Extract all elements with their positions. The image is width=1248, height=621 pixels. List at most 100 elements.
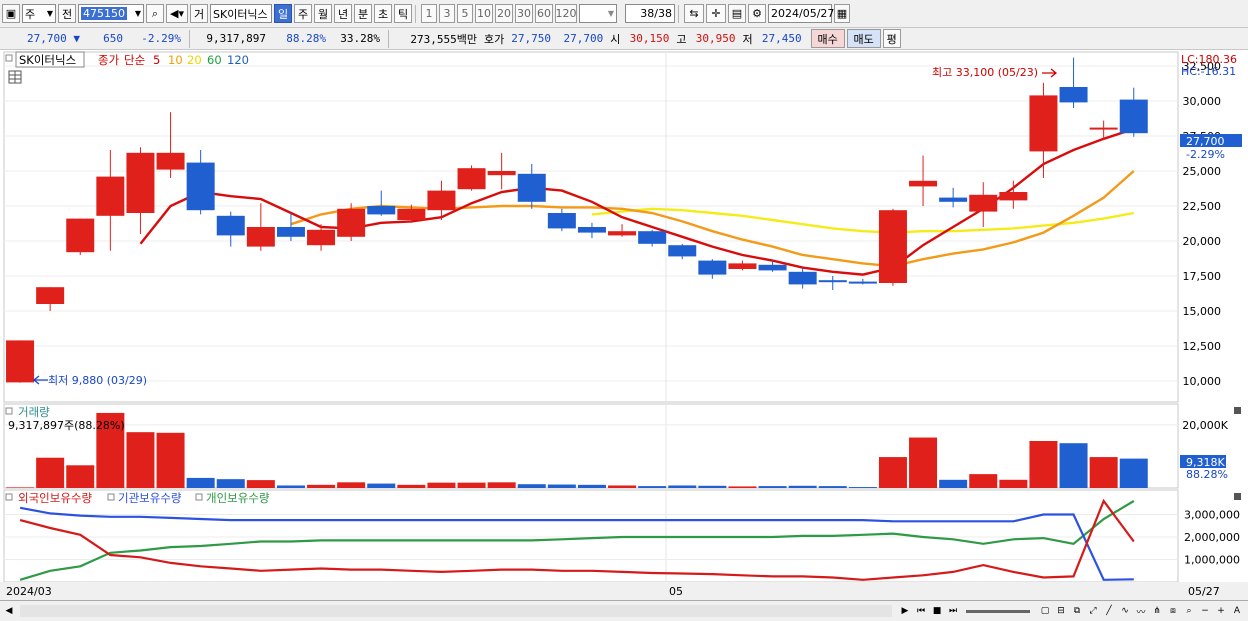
volume-bar [216,479,245,488]
compress-icon[interactable]: ⇆ [684,4,704,23]
period-second-button[interactable]: 초 [374,4,392,23]
y-tick-label: 10,000 [1183,375,1222,388]
count-field[interactable]: 38/38 [625,4,675,23]
volume-ratio: 88.28% [286,32,326,45]
stop-icon[interactable]: ■ [930,604,944,618]
period-week-button[interactable]: 주 [294,4,312,23]
high-annotation: 최고 33,100 (05/23) [932,66,1038,79]
candle-body [638,231,667,244]
change-percent: -2.29% [141,32,181,45]
divider [189,29,190,48]
legend-ma20: 20 [187,53,202,67]
scroll-left-icon[interactable]: ◀ [2,604,16,618]
stock-chart[interactable]: 32,50030,00027,50025,00022,50020,00017,5… [0,50,1248,600]
open-label: 시 [610,32,621,46]
quote-label: 호가 [484,32,505,46]
candle-body [788,271,817,285]
volume-bar [969,474,998,488]
candle-body [608,231,637,236]
split-icon[interactable]: ⊟ [1054,604,1068,618]
divider [678,4,679,23]
scroll-track[interactable] [20,605,892,617]
legend-box-icon [107,493,115,501]
copy-icon[interactable]: ⧉ [1070,604,1084,618]
market-type-select[interactable]: 주 ▼ [22,4,56,23]
volume-bar [367,483,396,488]
first-icon[interactable]: ⏮ [914,604,928,618]
gear-icon[interactable]: ⚙ [748,4,766,23]
pane-close-icon[interactable] [1234,493,1241,500]
stock-code-value: 475150 [81,7,127,20]
high-label: 고 [676,32,687,46]
interval-3-button[interactable]: 3 [439,4,455,23]
scroll-right-icon[interactable]: ▶ [898,604,912,618]
crosshair-icon[interactable]: ✛ [706,4,726,23]
speaker-icon[interactable]: ◀▾ [166,4,188,23]
interval-5-button[interactable]: 5 [457,4,473,23]
volume-bar [638,486,667,488]
candle-body [1029,95,1058,152]
interval-custom-select[interactable]: ▼ [579,4,617,23]
interval-20-button[interactable]: 20 [495,4,513,23]
scale-icon[interactable]: ⤢ [1086,604,1100,618]
interval-120-button[interactable]: 120 [555,4,577,23]
period-year-button[interactable]: 년 [334,4,352,23]
candle-body [909,180,938,187]
plus-icon[interactable]: + [1214,604,1228,618]
legend-ma-type: 단순 [124,53,145,67]
window-icon[interactable]: ▣ [2,4,20,23]
sell-button[interactable]: 매도 [846,29,881,48]
line-draw-icon[interactable]: ╱ [1102,604,1116,618]
interval-10-button[interactable]: 10 [475,4,493,23]
search-icon[interactable]: ⌕ [146,4,164,23]
volume-bar [577,484,606,488]
interval-30-button[interactable]: 30 [515,4,533,23]
volume-bar [487,482,516,488]
pane-close-icon[interactable] [1234,407,1241,414]
volume-bar [517,484,546,488]
date-field[interactable]: 2024/05/27 [768,4,834,23]
layout-icon[interactable]: ▢ [1038,604,1052,618]
wave-icon[interactable]: 〰 [1134,604,1148,618]
candle-body [1119,99,1148,134]
candle-body [698,260,727,275]
interval-60-button[interactable]: 60 [535,4,553,23]
zoom-slider[interactable] [966,609,1030,613]
text-icon[interactable]: A [1230,604,1244,618]
volume-bar [608,485,637,488]
evaluation-button[interactable]: 평 [882,29,901,48]
fib-icon[interactable]: ⋔ [1150,604,1164,618]
candle-body [367,206,396,215]
current-pct-tag: -2.29% [1186,148,1225,161]
last-icon[interactable]: ⏭ [946,604,960,618]
volume-bar [457,482,486,488]
broker-button[interactable]: 거 [190,4,208,23]
period-month-button[interactable]: 월 [314,4,332,23]
stock-code-field[interactable]: 475150 ▼ [78,4,144,23]
horizontal-scrollbar[interactable]: ◀ ▶ ⏮ ■ ⏭ ▢ ⊟ ⧉ ⤢ ╱ ∿ 〰 ⋔ ⧈ ⌕ − + A [0,600,1248,621]
candle-body [577,227,606,233]
volume-bar [698,485,727,488]
period-minute-button[interactable]: 분 [354,4,372,23]
prev-button[interactable]: 전 [58,4,76,23]
volume-bar [1029,441,1058,488]
save-icon[interactable]: ▤ [728,4,746,23]
minus-icon[interactable]: − [1198,604,1212,618]
volume-bar [939,479,968,488]
turnover-rate: 33.28% [340,32,380,45]
calendar-icon[interactable]: ▦ [834,4,850,23]
quote-bar: 27,700 ▼ 650 -2.29% 9,317,897 88.28% 33.… [0,28,1248,50]
interval-1-button[interactable]: 1 [421,4,437,23]
volume-bar [878,457,907,488]
layers-icon[interactable]: ⧈ [1166,604,1180,618]
period-tick-button[interactable]: 틱 [394,4,412,23]
legend-ma10: 10 [168,53,183,67]
trend-icon[interactable]: ∿ [1118,604,1132,618]
legend-individual: 개인보유수량 [206,491,270,505]
buy-button[interactable]: 매수 [810,29,845,48]
x-label-start: 2024/03 [6,585,52,598]
volume-bar [788,485,817,488]
zoom-icon[interactable]: ⌕ [1182,604,1196,618]
main-toolbar: ▣ 주 ▼ 전 475150 ▼ ⌕ ◀▾ 거 SK이터닉스 일 주 월 년 분 초… [0,0,1248,28]
period-day-button[interactable]: 일 [274,4,292,23]
